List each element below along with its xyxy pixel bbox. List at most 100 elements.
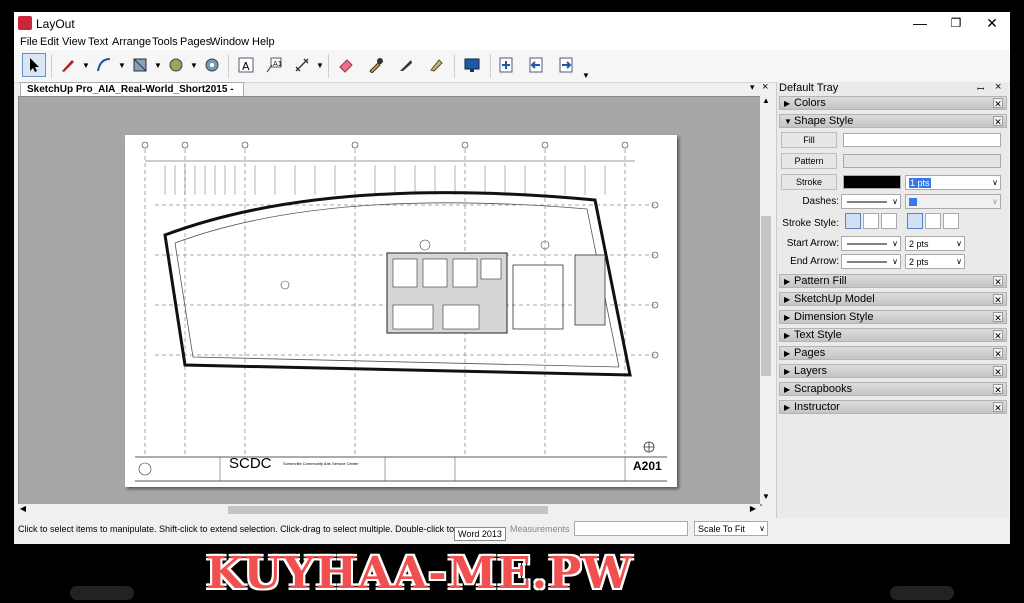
join-round-button[interactable]	[925, 213, 941, 229]
measurements-input[interactable]	[574, 521, 688, 536]
panel-instructor-close-icon[interactable]: ✕	[993, 402, 1003, 413]
page-paper[interactable]: SCDC Somerville Community Arts Service C…	[125, 135, 677, 487]
minimize-button[interactable]: —	[902, 14, 938, 32]
tray-pin-icon[interactable]: ꟷ	[977, 82, 984, 95]
end-arrow-select[interactable]: ∨	[841, 254, 901, 269]
scroll-down-icon[interactable]: ▼	[761, 492, 771, 502]
cap-square-button[interactable]	[881, 213, 897, 229]
panel-sketchup-model-close-icon[interactable]: ✕	[993, 294, 1003, 305]
vertical-scrollbar[interactable]: ▲ ▼	[760, 96, 772, 504]
tray-close-button[interactable]: ×	[995, 81, 1001, 93]
vertical-scroll-thumb[interactable]	[761, 216, 771, 376]
status-bar: Click to select items to manipulate. Shi…	[14, 518, 1010, 544]
horizontal-scrollbar[interactable]: ◀ ▶	[18, 504, 760, 516]
panel-sketchup-model[interactable]: ▶ SketchUp Model ✕	[779, 292, 1007, 306]
panel-instructor[interactable]: ▶ Instructor ✕	[779, 400, 1007, 414]
label-icon: A1	[266, 57, 282, 73]
start-arrow-select[interactable]: ∨	[841, 236, 901, 251]
stroke-toggle-button[interactable]: Stroke	[781, 174, 837, 190]
dash-scale-select[interactable]: ∨	[905, 194, 1001, 209]
menu-tools[interactable]: Tools	[152, 36, 178, 48]
join-miter-button[interactable]	[907, 213, 923, 229]
stroke-width-select[interactable]: 1 pts ∨	[905, 175, 1001, 190]
panel-scrapbooks-close-icon[interactable]: ✕	[993, 384, 1003, 395]
pattern-swatch[interactable]	[843, 154, 1001, 168]
dimension-tool-dropdown[interactable]: ▼	[316, 62, 324, 70]
panel-text-style-close-icon[interactable]: ✕	[993, 330, 1003, 341]
panel-shape-style[interactable]: ▼ Shape Style ✕	[779, 114, 1007, 128]
select-tool-button[interactable]	[22, 53, 46, 77]
circle-tool-dropdown[interactable]: ▼	[190, 62, 198, 70]
arc-tool-button[interactable]	[92, 53, 116, 77]
menu-pages[interactable]: Pages	[180, 36, 211, 48]
panel-instructor-label: Instructor	[794, 401, 840, 413]
fill-color-swatch[interactable]	[843, 133, 1001, 147]
join-bevel-button[interactable]	[943, 213, 959, 229]
arc-tool-dropdown[interactable]: ▼	[118, 62, 126, 70]
panel-scrapbooks-label: Scrapbooks	[794, 383, 853, 395]
floor-plan-drawing	[135, 141, 667, 482]
text-tool-button[interactable]: A	[234, 53, 258, 77]
circle-tool-button[interactable]	[164, 53, 188, 77]
stroke-color-swatch[interactable]	[843, 175, 901, 189]
panel-layers[interactable]: ▶ Layers ✕	[779, 364, 1007, 378]
fill-toggle-button[interactable]: Fill	[781, 132, 837, 148]
menu-edit[interactable]: Edit	[40, 36, 59, 48]
panel-pages[interactable]: ▶ Pages ✕	[779, 346, 1007, 360]
start-arrow-size-select[interactable]: 2 pts ∨	[905, 236, 965, 251]
close-button[interactable]: ✕	[974, 14, 1010, 32]
close-document-button[interactable]: ×	[762, 81, 768, 93]
menu-arrange[interactable]: Arrange	[112, 36, 151, 48]
panel-pages-close-icon[interactable]: ✕	[993, 348, 1003, 359]
zoom-select[interactable]: Scale To Fit ∨	[694, 521, 768, 536]
panel-colors-close-icon[interactable]: ✕	[993, 98, 1003, 109]
presentation-button[interactable]	[460, 53, 484, 77]
document-tab[interactable]: SketchUp Pro_AIA_Real-World_Short2015 - …	[20, 82, 244, 109]
menu-file[interactable]: File	[20, 36, 38, 48]
dashes-select[interactable]: ∨	[841, 194, 901, 209]
dimension-tool-button[interactable]	[290, 53, 314, 77]
add-page-button[interactable]	[494, 53, 518, 77]
end-arrow-size-select[interactable]: 2 pts ∨	[905, 254, 965, 269]
line-tool-button[interactable]	[56, 53, 80, 77]
rectangle-tool-button[interactable]	[128, 53, 152, 77]
panel-dimension-style-close-icon[interactable]: ✕	[993, 312, 1003, 323]
collapsed-triangle-icon: ▶	[784, 313, 791, 322]
scroll-right-icon[interactable]: ▶	[748, 504, 758, 516]
horizontal-scroll-thumb[interactable]	[228, 506, 548, 514]
document-canvas[interactable]: SCDC Somerville Community Arts Service C…	[18, 96, 762, 506]
line-tool-dropdown[interactable]: ▼	[82, 62, 90, 70]
panel-scrapbooks[interactable]: ▶ Scrapbooks ✕	[779, 382, 1007, 396]
scroll-left-icon[interactable]: ◀	[18, 504, 28, 516]
rectangle-tool-dropdown[interactable]: ▼	[154, 62, 162, 70]
panel-text-style[interactable]: ▶ Text Style ✕	[779, 328, 1007, 342]
tray-title: Default Tray	[779, 82, 839, 94]
split-knife-icon	[400, 60, 412, 71]
pencil-icon	[62, 60, 74, 72]
menu-help[interactable]: Help	[252, 36, 275, 48]
panel-pattern-fill-close-icon[interactable]: ✕	[993, 276, 1003, 287]
join-tool-button[interactable]	[424, 53, 448, 77]
panel-pattern-fill[interactable]: ▶ Pattern Fill ✕	[779, 274, 1007, 288]
panel-colors[interactable]: ▶ Colors ✕	[779, 96, 1007, 110]
scroll-up-icon[interactable]: ▲	[761, 96, 771, 106]
toolbar-overflow-dropdown[interactable]: ▼	[582, 72, 590, 80]
eraser-tool-button[interactable]	[334, 53, 358, 77]
polygon-tool-button[interactable]	[200, 53, 224, 77]
cap-round-button[interactable]	[863, 213, 879, 229]
panel-layers-close-icon[interactable]: ✕	[993, 366, 1003, 377]
cap-flat-button[interactable]	[845, 213, 861, 229]
menu-window[interactable]: Window	[210, 36, 249, 48]
style-tool-button[interactable]	[364, 53, 388, 77]
menu-view[interactable]: View	[62, 36, 86, 48]
panel-dimension-style[interactable]: ▶ Dimension Style ✕	[779, 310, 1007, 324]
next-page-button[interactable]	[554, 53, 578, 77]
tab-list-dropdown[interactable]: ▾	[750, 82, 755, 93]
label-tool-button[interactable]: A1	[262, 53, 286, 77]
menu-text[interactable]: Text	[88, 36, 108, 48]
previous-page-button[interactable]	[524, 53, 548, 77]
panel-shape-style-close-icon[interactable]: ✕	[993, 116, 1003, 127]
pattern-toggle-button[interactable]: Pattern	[781, 153, 837, 169]
maximize-button[interactable]: ❐	[938, 14, 974, 32]
split-tool-button[interactable]	[394, 53, 418, 77]
